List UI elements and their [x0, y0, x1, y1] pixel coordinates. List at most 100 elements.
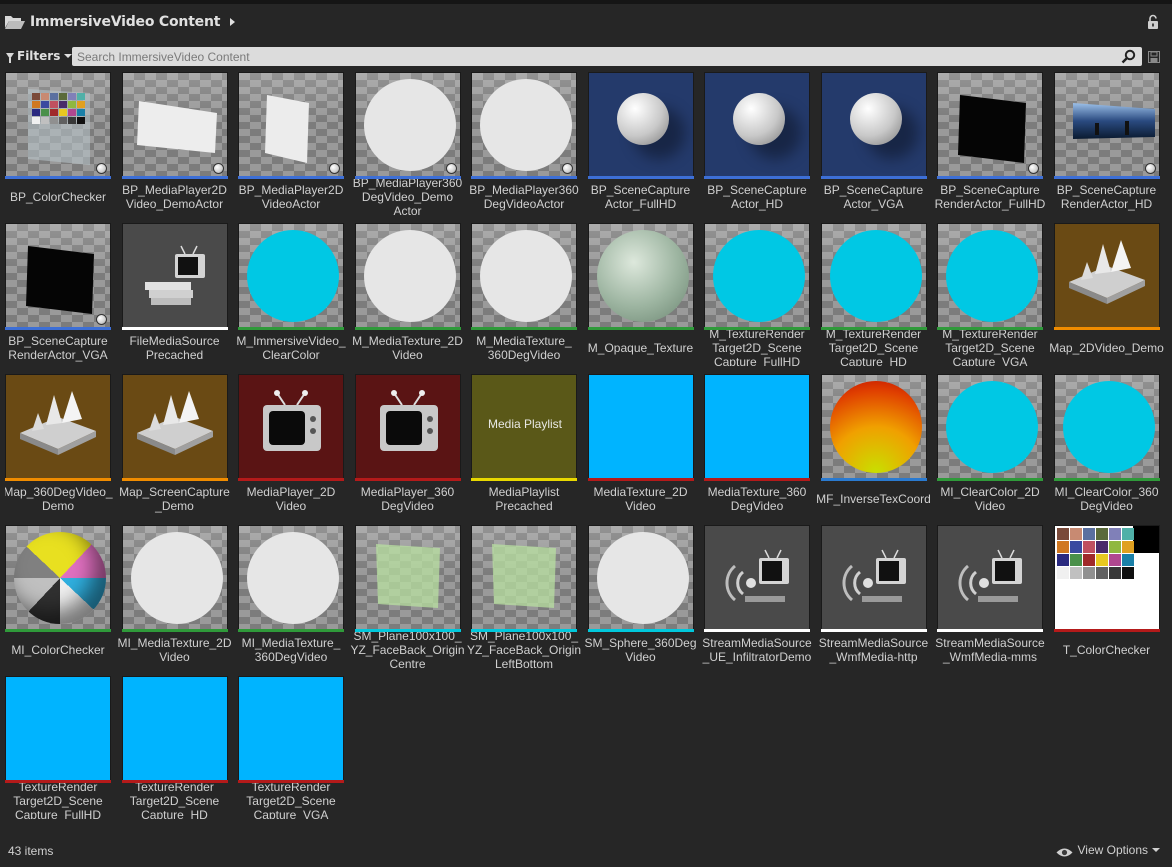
asset-name: M_ImmersiveVideo_ ClearColor: [232, 330, 350, 366]
asset-tile[interactable]: BP_MediaPlayer2D Video_DemoActor: [121, 72, 228, 218]
asset-tile[interactable]: Media Playlist MediaPlaylist Precached: [471, 374, 577, 520]
asset-thumbnail: [820, 72, 927, 179]
asset-name: StreamMediaSource _UE_InfiltratorDemo: [698, 632, 816, 668]
asset-name-text: TextureRender Target2D_Scene Capture_Ful…: [13, 783, 103, 819]
asset-tile[interactable]: TextureRender Target2D_Scene Capture_Ful…: [5, 676, 111, 822]
asset-tile[interactable]: BP_SceneCapture RenderActor_HD: [1053, 72, 1160, 218]
asset-tile[interactable]: TextureRender Target2D_Scene Capture_VGA: [238, 676, 344, 822]
asset-tile[interactable]: BP_SceneCapture RenderActor_VGA: [5, 223, 111, 369]
asset-name-text: Map_ScreenCapture _Demo: [119, 485, 230, 513]
asset-tile[interactable]: TextureRender Target2D_Scene Capture_HD: [121, 676, 228, 822]
asset-tile[interactable]: MediaTexture_2D Video: [587, 374, 694, 520]
asset-tile[interactable]: SM_Sphere_360Deg Video: [584, 525, 697, 671]
asset-name-text: MI_ColorChecker: [11, 643, 105, 657]
breadcrumb-folder[interactable]: ImmersiveVideo Content: [30, 14, 220, 30]
asset-tile[interactable]: MediaPlayer_2D Video: [238, 374, 344, 520]
asset-tile[interactable]: BP_SceneCapture Actor_HD: [704, 72, 810, 218]
asset-name-text: T_ColorChecker: [1062, 643, 1151, 657]
asset-tile[interactable]: M_TextureRender Target2D_Scene Capture_H…: [820, 223, 927, 369]
asset-name-text: MediaPlaylist Precached: [488, 485, 560, 513]
view-options-button[interactable]: View Options: [1056, 843, 1160, 857]
asset-tile[interactable]: StreamMediaSource _UE_InfiltratorDemo: [702, 525, 812, 671]
asset-name: MI_MediaTexture_2D Video: [116, 632, 234, 668]
asset-tile[interactable]: SM_Plane100x100_ YZ_FaceBack_Origin Left…: [467, 525, 581, 671]
asset-name: M_MediaTexture_ 360DegVideo: [465, 330, 583, 366]
preview-sphere-icon[interactable]: [96, 314, 107, 325]
asset-name-text: StreamMediaSource _WmfMedia-http: [818, 636, 929, 664]
asset-name: M_Opaque_Texture: [582, 330, 700, 366]
asset-tile[interactable]: MF_InverseTexCoord: [816, 374, 931, 520]
asset-tile[interactable]: T_ColorChecker: [1053, 525, 1160, 671]
preview-sphere-icon[interactable]: [329, 163, 340, 174]
asset-tile[interactable]: Map_360DegVideo_ Demo: [5, 374, 113, 520]
asset-tile[interactable]: MI_ClearColor_360 DegVideo: [1053, 374, 1160, 520]
asset-thumbnail: [704, 374, 810, 481]
asset-tile[interactable]: M_TextureRender Target2D_Scene Capture_F…: [704, 223, 810, 369]
asset-name-text: BP_MediaPlayer2D Video_DemoActor: [122, 183, 227, 211]
asset-tile[interactable]: BP_MediaPlayer360 DegVideoActor: [469, 72, 579, 218]
search-icon[interactable]: [1121, 49, 1136, 64]
asset-tile[interactable]: Map_ScreenCapture _Demo: [119, 374, 230, 520]
eye-icon: [1056, 845, 1073, 856]
preview-sphere-icon[interactable]: [212, 163, 224, 174]
asset-tile[interactable]: M_MediaTexture_2D Video: [352, 223, 463, 369]
asset-name-text: M_TextureRender Target2D_Scene Capture_H…: [825, 330, 922, 366]
sphere-preview: [596, 532, 689, 624]
plane-preview: [492, 544, 556, 608]
breadcrumb-arrow-icon[interactable]: [230, 18, 236, 26]
panel-preview: [28, 89, 90, 165]
asset-name-text: BP_SceneCapture RenderActor_HD: [1056, 183, 1157, 211]
chevron-down-icon: [1152, 848, 1160, 852]
asset-tile[interactable]: MediaPlayer_360 DegVideo: [354, 374, 461, 520]
content-browser-header: ImmersiveVideo Content: [0, 4, 1172, 40]
asset-tile[interactable]: MediaTexture_360 DegVideo: [704, 374, 810, 520]
search-box[interactable]: [72, 47, 1142, 66]
asset-tile[interactable]: StreamMediaSource _WmfMedia-mms: [935, 525, 1045, 671]
asset-name-text: M_TextureRender Target2D_Scene Capture_V…: [942, 330, 1038, 366]
asset-tile[interactable]: MI_ClearColor_2D Video: [937, 374, 1043, 520]
asset-tile[interactable]: M_MediaTexture_ 360DegVideo: [471, 223, 577, 369]
sphere-preview: [946, 230, 1038, 322]
sphere-preview: [480, 230, 572, 322]
asset-tile[interactable]: StreamMediaSource _WmfMedia-http: [819, 525, 928, 671]
sphere-preview: [363, 79, 456, 171]
view-options-label: View Options: [1077, 843, 1148, 857]
asset-tile[interactable]: M_TextureRender Target2D_Scene Capture_V…: [937, 223, 1043, 369]
preview-sphere-icon[interactable]: [562, 163, 573, 174]
asset-thumbnail: [354, 374, 461, 481]
asset-tile[interactable]: BP_SceneCapture RenderActor_FullHD: [935, 72, 1045, 218]
asset-tile[interactable]: SM_Plane100x100_ YZ_FaceBack_Origin Cent…: [350, 525, 465, 671]
asset-tile[interactable]: BP_SceneCapture Actor_VGA: [820, 72, 927, 218]
preview-sphere-icon[interactable]: [1028, 163, 1039, 174]
asset-tile[interactable]: BP_MediaPlayer360 DegVideo_Demo Actor: [353, 72, 462, 218]
preview-sphere-icon[interactable]: [1144, 163, 1156, 174]
asset-name: MediaTexture_2D Video: [582, 481, 700, 517]
asset-tile[interactable]: FileMediaSource Precached: [121, 223, 228, 369]
save-search-icon[interactable]: [1148, 50, 1160, 63]
asset-name-text: MediaTexture_360 DegVideo: [707, 485, 807, 513]
preview-sphere-icon[interactable]: [445, 163, 457, 174]
asset-tile[interactable]: MI_MediaTexture_2D Video: [117, 525, 232, 671]
asset-name-text: TextureRender Target2D_Scene Capture_VGA: [246, 783, 336, 819]
asset-name-text: MI_ClearColor_360 DegVideo: [1054, 485, 1159, 513]
asset-name: Map_360DegVideo_ Demo: [5, 481, 117, 517]
asset-tile[interactable]: Map_2DVideo_Demo: [1049, 223, 1164, 369]
sphere-preview: [829, 230, 922, 322]
asset-tile[interactable]: BP_ColorChecker: [5, 72, 111, 218]
asset-tile[interactable]: BP_MediaPlayer2D VideoActor: [238, 72, 344, 218]
asset-name: BP_SceneCapture Actor_FullHD: [582, 179, 700, 215]
lock-icon[interactable]: [1146, 14, 1160, 30]
asset-tile[interactable]: M_Opaque_Texture: [587, 223, 694, 369]
playlist-thumb-text: Media Playlist: [487, 417, 563, 431]
preview-sphere-icon[interactable]: [96, 163, 107, 174]
asset-name-text: FileMediaSource Precached: [129, 334, 220, 362]
asset-thumbnail: [121, 525, 228, 632]
asset-tile[interactable]: MI_MediaTexture_ 360DegVideo: [238, 525, 344, 671]
panel-preview: [1072, 103, 1155, 139]
filters-button[interactable]: Filters: [6, 46, 73, 66]
asset-tile[interactable]: MI_ColorChecker: [5, 525, 111, 671]
search-input[interactable]: [72, 47, 1142, 66]
asset-tile[interactable]: BP_SceneCapture Actor_FullHD: [587, 72, 694, 218]
asset-name: MI_ColorChecker: [5, 632, 117, 668]
asset-tile[interactable]: M_ImmersiveVideo_ ClearColor: [236, 223, 346, 369]
